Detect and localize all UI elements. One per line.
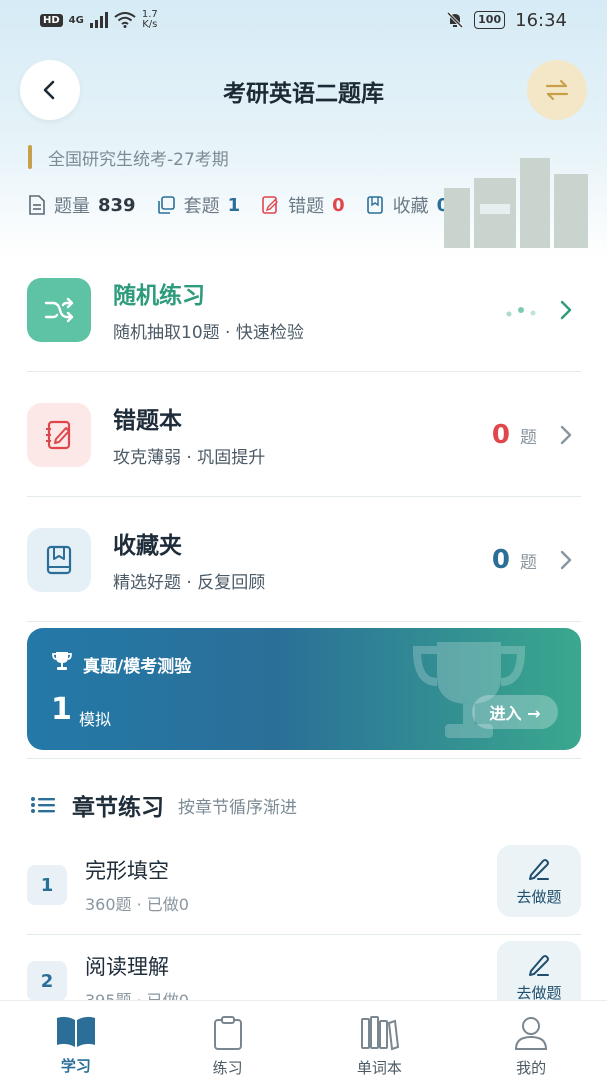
- nav-practice[interactable]: 练习: [152, 1001, 304, 1080]
- stat-value: 839: [98, 194, 136, 216]
- chevron-right-icon: [560, 425, 572, 445]
- favorites-icon-box: [27, 528, 91, 592]
- stat-errors: 错题 0: [260, 192, 345, 218]
- speed-unit: K/s: [142, 19, 158, 30]
- switch-bank-button[interactable]: [527, 60, 587, 120]
- enter-mock-exam-button[interactable]: 进入 →: [472, 695, 558, 729]
- chapter-section-header: 章节练习 按章节循序渐进: [30, 788, 297, 822]
- copy-icon: [157, 196, 175, 214]
- stat-favorites: 收藏 0: [365, 192, 449, 218]
- chapter-meta: 360题 · 已做0: [85, 895, 189, 914]
- favorites-title: 收藏夹: [113, 533, 182, 559]
- exam-period-label: 全国研究生统考-27考期: [48, 149, 229, 170]
- error-book-row[interactable]: 错题本 攻克薄弱 · 巩固提升 0 题: [27, 373, 581, 497]
- loading-dots-icon: [506, 307, 536, 317]
- favorites-subtitle: 精选好题 · 反复回顾: [113, 573, 266, 593]
- status-left: HD 4G 1.7 K/s: [40, 10, 158, 30]
- random-practice-subtitle: 随机抽取10题 · 快速检验: [113, 323, 304, 343]
- bookmark-book-icon: [366, 196, 383, 214]
- random-practice-title: 随机练习: [113, 283, 205, 309]
- favorites-row[interactable]: 收藏夹 精选好题 · 反复回顾 0 题: [27, 498, 581, 622]
- random-practice-row[interactable]: 随机练习 随机抽取10题 · 快速检验: [27, 248, 581, 372]
- status-bar: HD 4G 1.7 K/s 100 16:34: [0, 0, 607, 40]
- mute-bell-icon: [447, 11, 464, 29]
- favorites-right: 0 题: [492, 542, 573, 578]
- chevron-right-icon: [560, 300, 572, 320]
- stat-label: 题量: [54, 196, 90, 217]
- stat-value: 1: [227, 194, 241, 216]
- chapter-title: 阅读理解: [85, 955, 169, 979]
- section-subtitle: 按章节循序渐进: [178, 797, 297, 818]
- open-book-icon: [56, 1016, 95, 1047]
- section-divider: [27, 758, 581, 759]
- swap-arrows-icon: [545, 79, 569, 101]
- chapter-number: 2: [27, 961, 67, 1001]
- error-notebook-icon: [262, 196, 279, 214]
- list-icon: [31, 797, 55, 813]
- mock-exam-count: 1: [51, 692, 72, 727]
- clock: 16:34: [515, 9, 567, 31]
- hd-badge: HD: [40, 13, 63, 27]
- mock-exam-title: 真题/模考测验: [83, 657, 192, 677]
- chapter-number: 1: [27, 865, 67, 905]
- exam-period: 全国研究生统考-27考期: [28, 144, 229, 170]
- random-practice-icon-box: [27, 278, 91, 342]
- battery-indicator: 100: [474, 11, 506, 29]
- favorites-count: 0: [491, 545, 510, 575]
- trophy-icon: [52, 652, 72, 670]
- mock-exam-unit: 模拟: [79, 710, 112, 729]
- stat-value: 0: [332, 194, 345, 216]
- error-book-subtitle: 攻克薄弱 · 巩固提升: [113, 448, 266, 468]
- wifi-icon: [114, 12, 136, 28]
- nav-wordbook[interactable]: 单词本: [304, 1001, 456, 1080]
- error-count: 0: [491, 420, 510, 450]
- app-header: 考研英语二题库: [0, 58, 607, 122]
- bottom-navigation: 学习 练习 单词本 我的: [0, 1000, 607, 1080]
- error-book-icon-box: [27, 403, 91, 467]
- shuffle-icon: [44, 297, 74, 323]
- favorites-count-unit: 题: [520, 552, 537, 573]
- nav-label: 练习: [212, 1059, 243, 1077]
- exam-accent-bar: [28, 145, 32, 169]
- books-decoration-icon: [444, 158, 588, 248]
- signal-icon: [89, 12, 108, 28]
- stat-label: 收藏: [392, 196, 429, 217]
- error-book-right: 0 题: [492, 417, 573, 453]
- status-right: 100 16:34: [446, 10, 567, 31]
- error-book-title: 错题本: [113, 408, 182, 434]
- stat-sets: 套题 1: [156, 192, 241, 218]
- stat-label: 套题: [183, 196, 220, 217]
- page-title: 考研英语二题库: [223, 81, 384, 107]
- random-practice-right: [505, 292, 573, 328]
- nav-profile[interactable]: 我的: [455, 1001, 607, 1080]
- error-notebook-icon: [46, 420, 71, 450]
- clipboard-icon: [213, 1016, 242, 1050]
- chapter-item[interactable]: 1 完形填空 360题 · 已做0 去做题: [27, 845, 581, 935]
- stat-question-count: 题量 839: [28, 192, 136, 218]
- nav-label: 我的: [516, 1059, 547, 1077]
- network-label: 4G: [68, 14, 84, 26]
- nav-study[interactable]: 学习: [0, 1001, 152, 1080]
- bookmark-book-icon: [46, 545, 72, 575]
- error-count-unit: 题: [520, 427, 537, 448]
- start-chapter-button[interactable]: 去做题: [497, 845, 581, 917]
- user-icon: [515, 1017, 548, 1050]
- document-icon: [29, 195, 45, 215]
- pencil-icon: [529, 858, 549, 880]
- nav-label: 单词本: [356, 1059, 402, 1077]
- nav-label: 学习: [60, 1057, 91, 1075]
- start-chapter-label: 去做题: [516, 887, 562, 906]
- mock-exam-banner[interactable]: 真题/模考测验 1 模拟 进入 →: [27, 628, 581, 750]
- books-icon: [361, 1016, 400, 1051]
- chevron-right-icon: [560, 550, 572, 570]
- stats-row: 题量 839 套题 1 错题 0 收藏 0: [28, 192, 469, 218]
- section-title: 章节练习: [72, 795, 164, 821]
- network-speed: 1.7 K/s: [142, 10, 158, 30]
- stat-label: 错题: [288, 196, 325, 217]
- chapter-title: 完形填空: [85, 859, 169, 883]
- pencil-icon: [529, 954, 549, 976]
